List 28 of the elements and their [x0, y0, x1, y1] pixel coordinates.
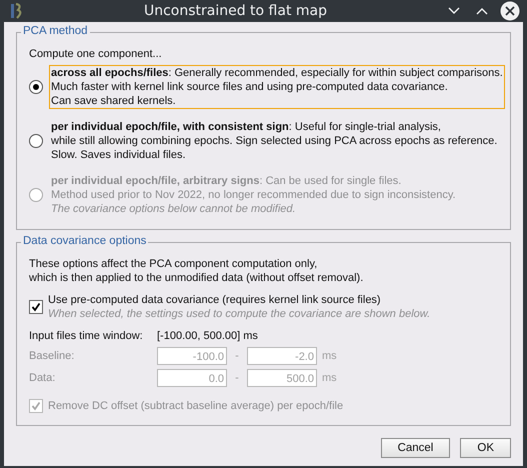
group-legend: Data covariance options — [21, 235, 148, 247]
chevron-up-icon — [475, 6, 489, 16]
option-note: The covariance options below cannot be modified. — [51, 202, 297, 216]
range-label: Data: — [29, 371, 56, 385]
option-label[interactable]: per individual epoch/file, with consistent sign: Useful for single-trial analysis, while still allowing combining epochs. Sign selected using PCA across epochs as reference. Slow. Saves individual files. — [51, 120, 498, 162]
chevron-down-icon — [447, 6, 461, 16]
range-separator: - — [234, 350, 240, 362]
range-separator: - — [234, 372, 240, 384]
time-window-value: [-100.00, 500.00] ms — [157, 329, 259, 343]
range-label: Baseline: — [29, 349, 76, 363]
description-text: These options affect the PCA component computation only, which is then applied to the unmodified data (without offset removal). — [29, 257, 364, 285]
close-button[interactable] — [499, 0, 521, 22]
unit-label: ms — [321, 350, 338, 362]
group-legend: PCA method — [21, 25, 90, 37]
option-label[interactable]: across all epochs/files: Generally recommended, especially for within subject comparisons. Much faster with kernel link source files and using pre-computed data covariance. Can save shared kernels. — [51, 66, 503, 108]
dialog-button[interactable]: OK — [460, 438, 511, 458]
dialog-button[interactable]: Cancel — [380, 438, 450, 458]
unit-label: ms — [321, 372, 338, 384]
time-window-label: Input files time window: — [29, 329, 144, 343]
checkbox[interactable] — [29, 300, 43, 314]
check-icon — [31, 302, 41, 312]
window-title: Unconstrained to flat map — [142, 3, 328, 19]
intro-text: Compute one component... — [29, 47, 163, 61]
check-icon — [31, 401, 41, 411]
radio-button[interactable] — [29, 80, 43, 94]
checkbox-label[interactable]: Use pre-computed data covariance (requires kernel link source files) — [48, 293, 430, 307]
radio-button[interactable] — [29, 134, 43, 148]
hint-text: When selected, the settings used to compute the covariance are shown below. — [48, 307, 430, 321]
